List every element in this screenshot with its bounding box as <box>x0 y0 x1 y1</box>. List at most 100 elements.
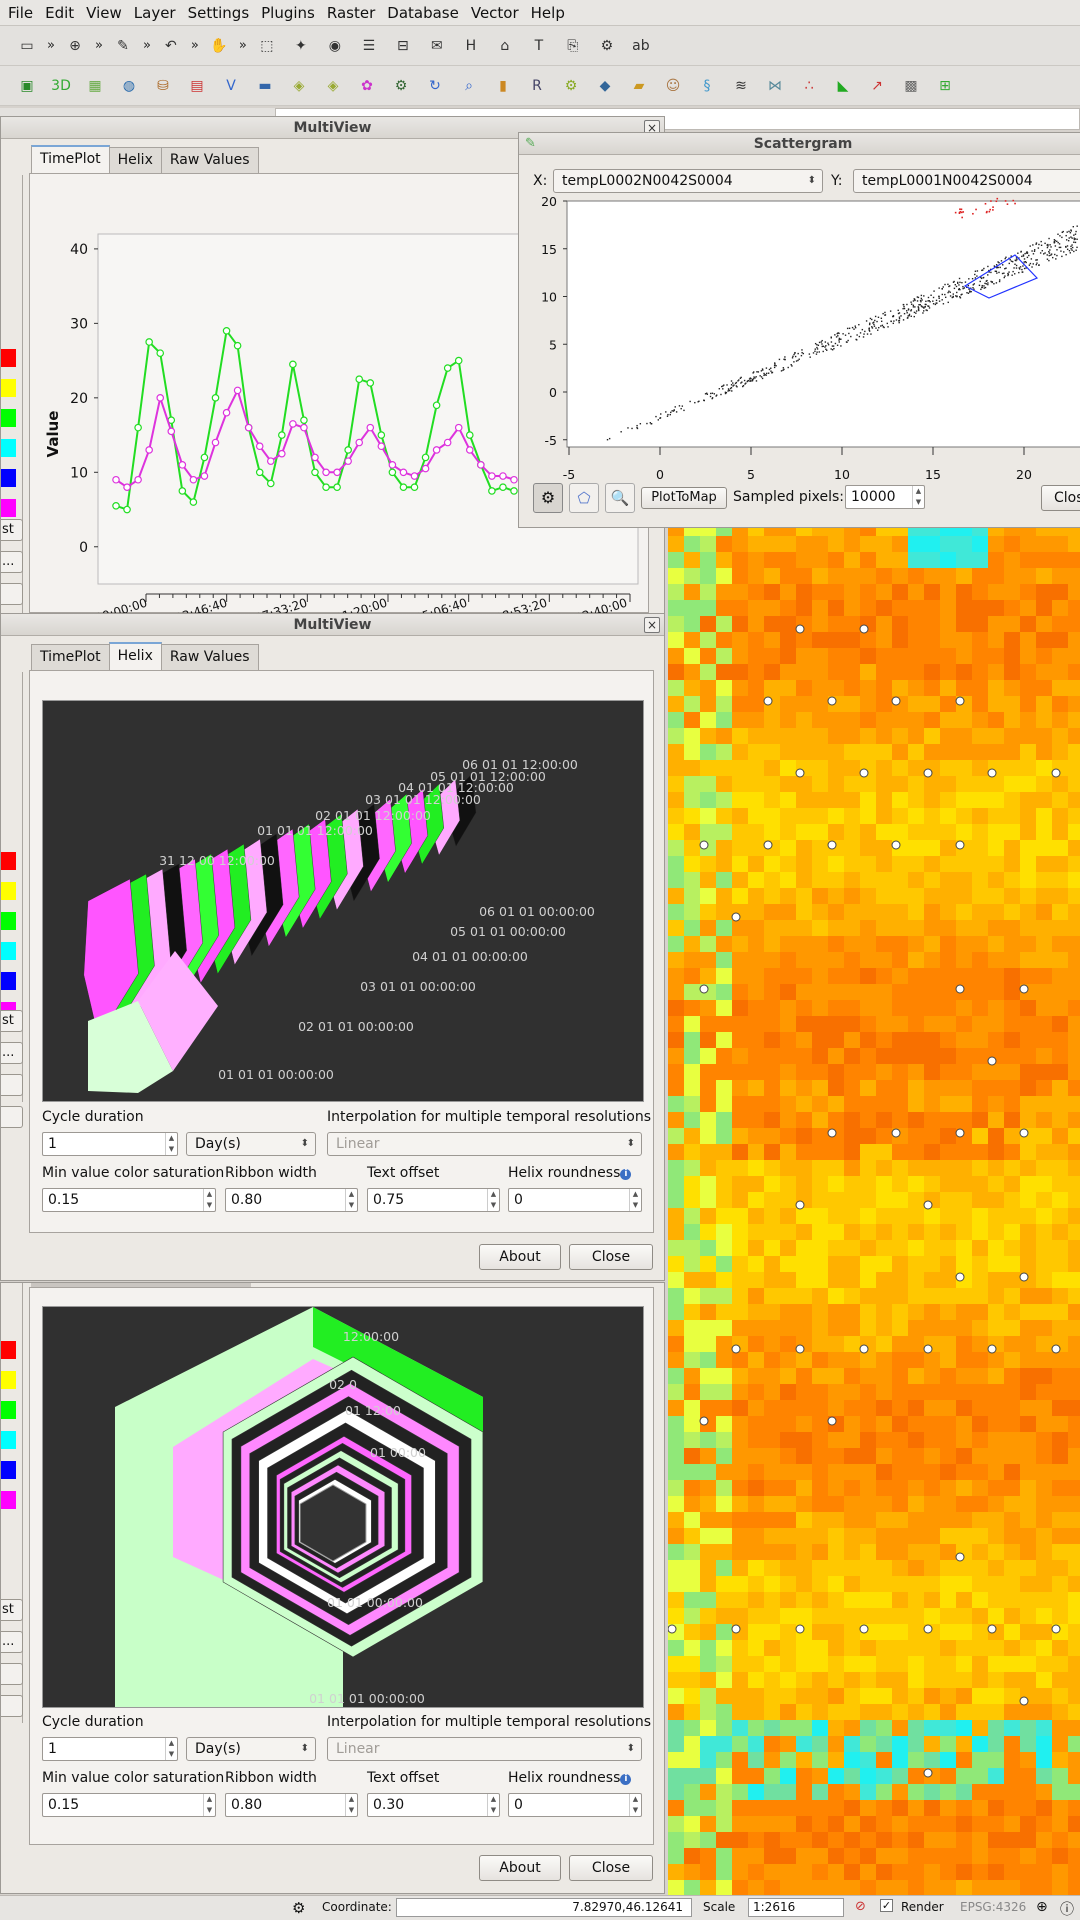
globe-icon[interactable]: ◍ <box>117 74 141 98</box>
menu-file[interactable]: File <box>2 4 39 22</box>
tab-raw-values[interactable]: Raw Values <box>160 644 259 670</box>
browse-button[interactable]: ... <box>1 1631 23 1653</box>
snake-icon[interactable]: § <box>695 74 719 98</box>
data-point[interactable] <box>355 438 364 447</box>
paste-icon[interactable]: ⎘ <box>561 34 585 58</box>
menu-plugins[interactable]: Plugins <box>255 4 321 22</box>
data-point[interactable] <box>499 472 507 480</box>
new-project-icon[interactable]: ▭ <box>15 34 39 58</box>
messages-icon[interactable]: ⚙ <box>292 1899 305 1917</box>
data-point[interactable] <box>488 472 496 480</box>
data-point[interactable] <box>410 483 419 491</box>
map-point[interactable] <box>795 624 805 634</box>
map-point[interactable] <box>1051 1624 1061 1634</box>
vector-icon[interactable]: V <box>219 74 243 98</box>
data-point[interactable] <box>388 461 397 469</box>
color-swatch[interactable] <box>1 1491 16 1509</box>
new-map-icon[interactable]: ⊞ <box>933 74 957 98</box>
tab-timeplot[interactable]: TimePlot <box>31 145 110 173</box>
map-point[interactable] <box>955 840 965 850</box>
map-point[interactable] <box>1019 1272 1029 1282</box>
side-button[interactable] <box>1 583 23 605</box>
side-button[interactable] <box>1 1663 23 1685</box>
about-button[interactable]: About <box>479 1855 561 1881</box>
data-point[interactable] <box>333 468 341 477</box>
color-swatch[interactable] <box>1 912 16 930</box>
data-point[interactable] <box>421 464 430 473</box>
data-point[interactable] <box>399 483 408 491</box>
plugin-icon[interactable]: ⚙ <box>595 34 619 58</box>
spin-arrows-icon[interactable]: ▲ ▼ <box>629 1794 641 1816</box>
label-icon[interactable]: ab <box>629 34 653 58</box>
map-point[interactable] <box>763 840 773 850</box>
person-icon[interactable]: ☺ <box>661 74 685 98</box>
openclimate-icon[interactable]: ◈ <box>287 74 311 98</box>
map-point[interactable] <box>859 1344 869 1354</box>
map-point[interactable] <box>699 840 709 850</box>
helix-roundness-spinbox[interactable]: 0 ▲ ▼ <box>508 1793 642 1817</box>
flower-icon[interactable]: ✿ <box>355 74 379 98</box>
home-icon[interactable]: ⌂ <box>493 34 517 58</box>
bar-icon[interactable]: ▮ <box>491 74 515 98</box>
more-icon[interactable]: » <box>143 38 151 53</box>
more-icon[interactable]: » <box>47 38 55 53</box>
map-point[interactable] <box>827 840 837 850</box>
ribbon-width-spinbox[interactable]: 0.80 ▲ ▼ <box>225 1188 358 1212</box>
more-icon[interactable]: » <box>95 38 103 53</box>
data-point[interactable] <box>410 472 419 480</box>
data-point[interactable] <box>344 457 352 465</box>
data-point[interactable] <box>266 479 275 488</box>
data-point[interactable] <box>255 468 264 477</box>
data-point[interactable] <box>311 453 319 462</box>
data-point[interactable] <box>222 408 231 417</box>
data-point[interactable] <box>255 442 264 451</box>
color-swatch[interactable] <box>1 852 16 870</box>
map-point[interactable] <box>668 1624 677 1634</box>
close-button[interactable]: Close <box>1041 485 1080 511</box>
attribute-table-icon[interactable]: ☰ <box>357 34 381 58</box>
data-point[interactable] <box>233 341 242 350</box>
zoom-tool-button[interactable]: 🔍 <box>605 483 635 513</box>
data-point[interactable] <box>399 468 408 477</box>
menu-view[interactable]: View <box>80 4 128 22</box>
info-icon[interactable]: i <box>620 1774 632 1785</box>
connect-icon[interactable]: ⋈ <box>763 74 787 98</box>
map-point[interactable] <box>891 1128 901 1138</box>
sampled-pixels-spinbox[interactable]: 10000 ▲ ▼ <box>845 485 925 509</box>
color-swatch[interactable] <box>1 1401 16 1419</box>
map-point[interactable] <box>827 696 837 706</box>
menu-database[interactable]: Database <box>381 4 465 22</box>
polygon-tool-button[interactable]: ⬠ <box>569 483 599 513</box>
tab-timeplot[interactable]: TimePlot <box>31 644 110 670</box>
identify-icon[interactable]: ✦ <box>289 34 313 58</box>
plot-to-map-button[interactable]: PlotToMap <box>641 487 727 509</box>
menu-raster[interactable]: Raster <box>321 4 381 22</box>
close-icon[interactable]: × <box>644 617 660 633</box>
spin-arrows-icon[interactable]: ▲ ▼ <box>165 1738 177 1760</box>
undo-icon[interactable]: ↶ <box>159 34 183 58</box>
data-point[interactable] <box>123 483 131 491</box>
color-swatch[interactable] <box>1 1341 16 1359</box>
map-point[interactable] <box>859 1624 869 1634</box>
text-annotation-icon[interactable]: T <box>527 34 551 58</box>
add-layer-icon[interactable]: ⊕ <box>63 34 87 58</box>
tab-raw-values[interactable]: Raw Values <box>160 147 259 173</box>
raster-icon[interactable]: ▦ <box>83 74 107 98</box>
map-point[interactable] <box>731 1624 741 1634</box>
map-point[interactable] <box>731 912 741 922</box>
map-point[interactable] <box>699 1416 709 1426</box>
spin-arrows-icon[interactable]: ▲ ▼ <box>203 1189 215 1211</box>
color-swatch[interactable] <box>1 882 16 900</box>
map-point[interactable] <box>731 1344 741 1354</box>
data-point[interactable] <box>421 453 430 462</box>
measure-icon[interactable]: ⊟ <box>391 34 415 58</box>
data-point[interactable] <box>322 468 330 477</box>
cycle-duration-spinbox[interactable]: 1 ▲ ▼ <box>42 1737 178 1761</box>
map-point[interactable] <box>955 1272 965 1282</box>
data-point[interactable] <box>311 468 319 477</box>
database-icon[interactable]: ⛁ <box>151 74 175 98</box>
map-point[interactable] <box>1019 984 1029 994</box>
map-canvas[interactable] <box>668 520 1080 1895</box>
y-layer-combo[interactable]: tempL0001N0042S0004 <box>853 169 1080 193</box>
color-swatch[interactable] <box>1 499 16 517</box>
